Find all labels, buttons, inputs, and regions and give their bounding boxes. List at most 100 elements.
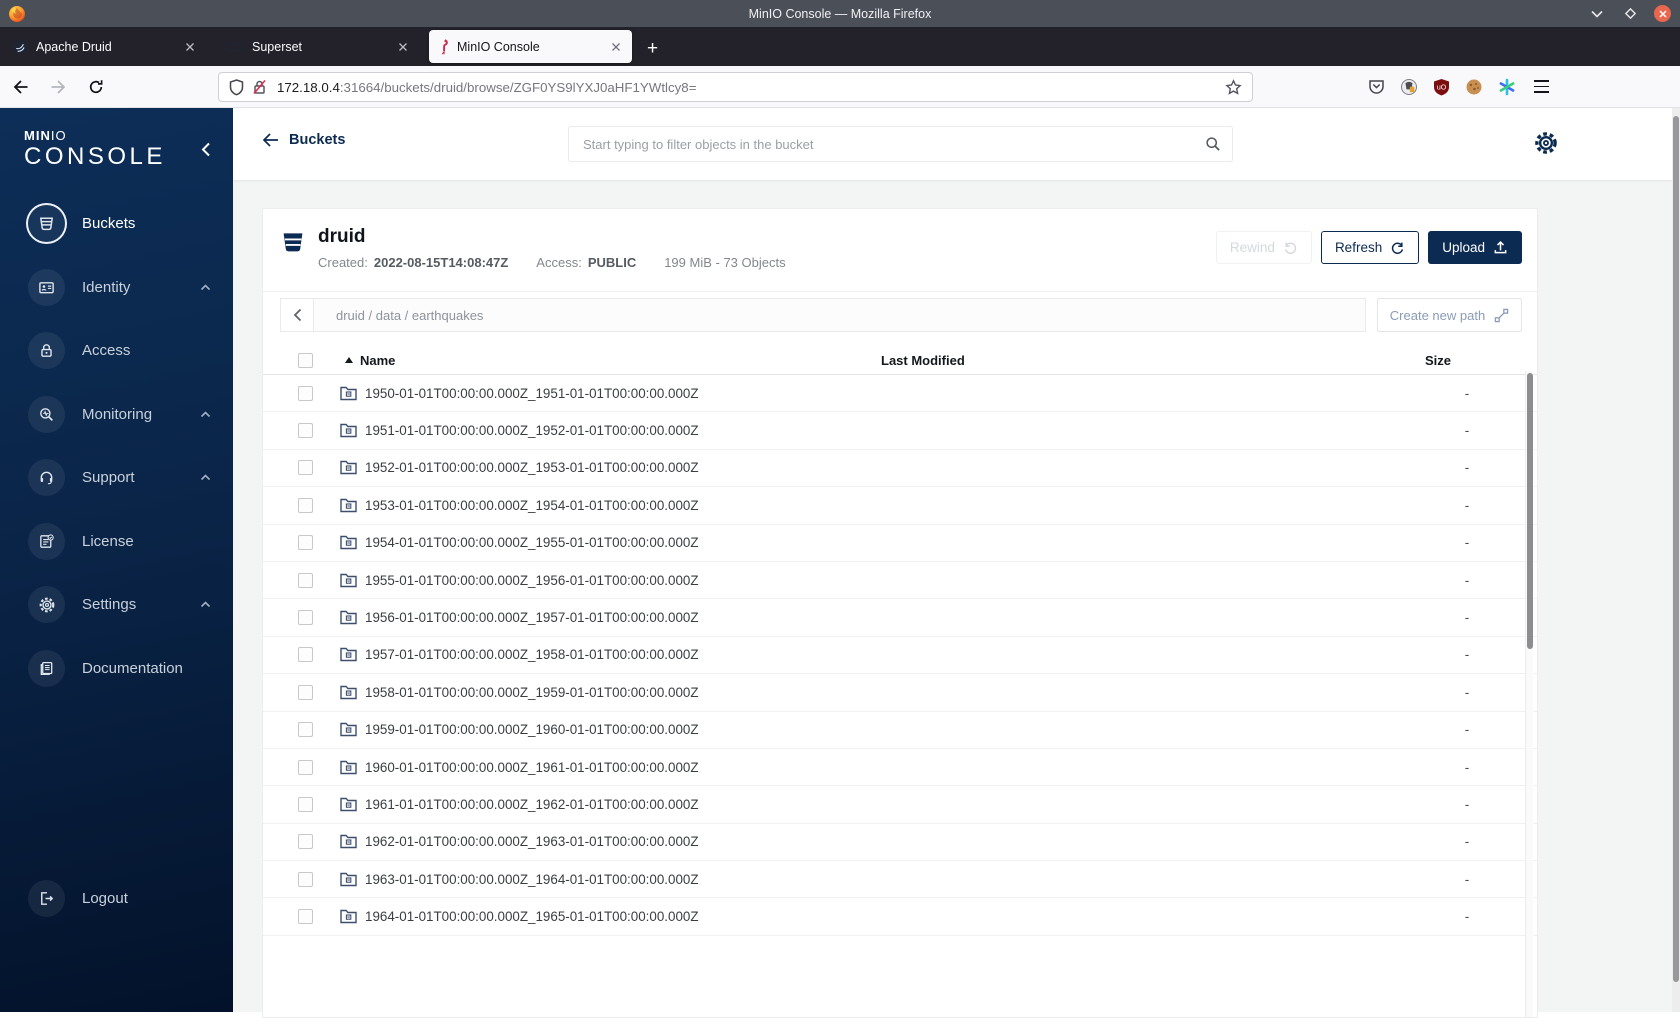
new-tab-button[interactable]: + <box>647 39 658 58</box>
table-row[interactable]: 1954-01-01T00:00:00.000Z_1955-01-01T00:0… <box>263 525 1537 562</box>
window-close-button[interactable] <box>1654 5 1671 22</box>
window-minimize-button[interactable] <box>1588 5 1606 23</box>
sidebar-item-identity[interactable]: Identity <box>0 256 233 320</box>
tab-close-icon[interactable] <box>183 40 197 54</box>
sidebar-item-buckets[interactable]: Buckets <box>0 192 233 256</box>
back-button[interactable] <box>12 79 29 95</box>
row-checkbox[interactable] <box>298 722 313 738</box>
last-modified-column-header[interactable]: Last Modified <box>881 353 1425 368</box>
tab-minio-console[interactable]: MinIO Console <box>429 30 632 63</box>
table-row[interactable]: 1956-01-01T00:00:00.000Z_1957-01-01T00:0… <box>263 599 1537 637</box>
created-value: 2022-08-15T14:08:47Z <box>373 255 509 270</box>
row-checkbox[interactable] <box>298 460 313 476</box>
lock-icon <box>28 332 65 370</box>
row-checkbox[interactable] <box>298 871 313 887</box>
table-row[interactable]: 1951-01-01T00:00:00.000Z_1952-01-01T00:0… <box>263 412 1537 450</box>
chevron-up-icon[interactable] <box>200 474 211 481</box>
sidebar-item-support[interactable]: Support <box>0 446 233 510</box>
window-titlebar: MinIO Console — Mozilla Firefox <box>0 0 1680 27</box>
table-scrollbar-thumb[interactable] <box>1527 373 1533 649</box>
privacy-extension-icon[interactable] <box>1400 78 1418 96</box>
refresh-label: Refresh <box>1334 240 1383 255</box>
row-checkbox[interactable] <box>298 497 313 513</box>
sidebar-item-monitoring[interactable]: Monitoring <box>0 383 233 447</box>
table-row[interactable]: 1952-01-01T00:00:00.000Z_1953-01-01T00:0… <box>263 450 1537 488</box>
chevron-up-icon[interactable] <box>200 411 211 418</box>
row-checkbox[interactable] <box>298 759 313 775</box>
chevron-up-icon[interactable] <box>200 601 211 608</box>
sidebar-item-access[interactable]: Access <box>0 319 233 383</box>
row-checkbox[interactable] <box>298 684 313 700</box>
url-bar[interactable]: 172.18.0.4:31664/buckets/druid/browse/ZG… <box>218 72 1253 102</box>
forward-button[interactable] <box>50 79 67 95</box>
object-name: 1964-01-01T00:00:00.000Z_1965-01-01T00:0… <box>365 909 699 925</box>
upload-button[interactable]: Upload <box>1428 231 1522 264</box>
table-row[interactable]: 1953-01-01T00:00:00.000Z_1954-01-01T00:0… <box>263 487 1537 525</box>
search-input[interactable] <box>568 126 1233 162</box>
table-row[interactable]: 1958-01-01T00:00:00.000Z_1959-01-01T00:0… <box>263 674 1537 712</box>
tab-superset[interactable]: Superset <box>216 30 419 63</box>
table-row[interactable]: 1964-01-01T00:00:00.000Z_1965-01-01T00:0… <box>263 898 1537 936</box>
create-new-path-button[interactable]: Create new path <box>1377 298 1522 332</box>
refresh-button[interactable]: Refresh <box>1320 231 1420 264</box>
url-text: 172.18.0.4:31664/buckets/druid/browse/ZG… <box>277 80 696 95</box>
page-scrollbar[interactable] <box>1672 108 1680 1012</box>
cookie-extension-icon[interactable] <box>1465 78 1483 96</box>
folder-icon <box>340 760 357 774</box>
sidebar-item-logout[interactable]: Logout <box>0 867 233 930</box>
object-name: 1963-01-01T00:00:00.000Z_1964-01-01T00:0… <box>365 871 699 887</box>
spark-extension-icon[interactable] <box>1498 78 1516 96</box>
tab-close-icon[interactable] <box>609 40 623 54</box>
table-row[interactable]: 1960-01-01T00:00:00.000Z_1961-01-01T00:0… <box>263 749 1537 787</box>
folder-icon <box>340 610 357 625</box>
row-checkbox[interactable] <box>298 610 313 626</box>
row-checkbox[interactable] <box>298 647 313 663</box>
select-all-checkbox[interactable] <box>298 352 313 368</box>
rewind-button[interactable]: Rewind <box>1215 231 1312 264</box>
row-checkbox[interactable] <box>298 385 313 401</box>
table-row[interactable]: 1962-01-01T00:00:00.000Z_1963-01-01T00:0… <box>263 824 1537 862</box>
sort-asc-icon[interactable] <box>345 357 353 363</box>
folder-icon <box>340 536 357 550</box>
folder-icon <box>340 835 357 849</box>
sidebar-collapse-icon[interactable] <box>201 142 211 157</box>
menu-hamburger-icon[interactable] <box>1534 80 1549 93</box>
gear-icon <box>28 586 65 624</box>
chevron-up-icon[interactable] <box>200 284 211 291</box>
object-size: - <box>1464 497 1470 513</box>
object-size: - <box>1464 759 1470 775</box>
back-to-buckets-link[interactable]: Buckets <box>262 132 345 148</box>
window-maximize-button[interactable] <box>1621 5 1639 23</box>
tab-close-icon[interactable] <box>396 40 410 54</box>
table-row[interactable]: 1959-01-01T00:00:00.000Z_1960-01-01T00:0… <box>263 712 1537 749</box>
row-checkbox[interactable] <box>298 834 313 850</box>
tracking-shield-icon[interactable] <box>229 78 244 96</box>
settings-gear-icon[interactable] <box>1533 130 1559 156</box>
size-column-header[interactable]: Size <box>1425 353 1537 368</box>
name-column-header[interactable]: Name <box>360 353 395 368</box>
table-row[interactable]: 1963-01-01T00:00:00.000Z_1964-01-01T00:0… <box>263 861 1537 899</box>
row-checkbox[interactable] <box>298 535 313 551</box>
table-row[interactable]: 1957-01-01T00:00:00.000Z_1958-01-01T00:0… <box>263 637 1537 675</box>
page-scrollbar-thumb[interactable] <box>1673 116 1679 982</box>
bookmark-star-icon[interactable] <box>1225 79 1242 96</box>
sidebar-item-documentation[interactable]: Documentation <box>0 637 233 701</box>
reload-button[interactable] <box>88 79 104 95</box>
row-checkbox[interactable] <box>298 796 313 812</box>
sidebar-item-license[interactable]: License <box>0 510 233 574</box>
table-row[interactable]: 1961-01-01T00:00:00.000Z_1962-01-01T00:0… <box>263 786 1537 824</box>
sidebar-item-label: Buckets <box>82 215 136 233</box>
row-checkbox[interactable] <box>298 423 313 439</box>
row-checkbox[interactable] <box>298 909 313 925</box>
sidebar-item-settings[interactable]: Settings <box>0 573 233 637</box>
breadcrumb-back-chevron[interactable] <box>281 299 314 331</box>
table-row[interactable]: 1955-01-01T00:00:00.000Z_1956-01-01T00:0… <box>263 562 1537 600</box>
table-row[interactable]: 1950-01-01T00:00:00.000Z_1951-01-01T00:0… <box>263 375 1537 413</box>
insecure-lock-icon[interactable] <box>252 79 267 95</box>
tab-apache-druid[interactable]: Apache Druid <box>3 30 206 63</box>
ublock-origin-icon[interactable]: uO <box>1433 78 1450 96</box>
table-scrollbar[interactable] <box>1525 371 1533 1017</box>
row-checkbox[interactable] <box>298 572 313 588</box>
pocket-icon[interactable] <box>1368 78 1385 95</box>
breadcrumb[interactable]: druid / data / earthquakes <box>314 299 1365 331</box>
